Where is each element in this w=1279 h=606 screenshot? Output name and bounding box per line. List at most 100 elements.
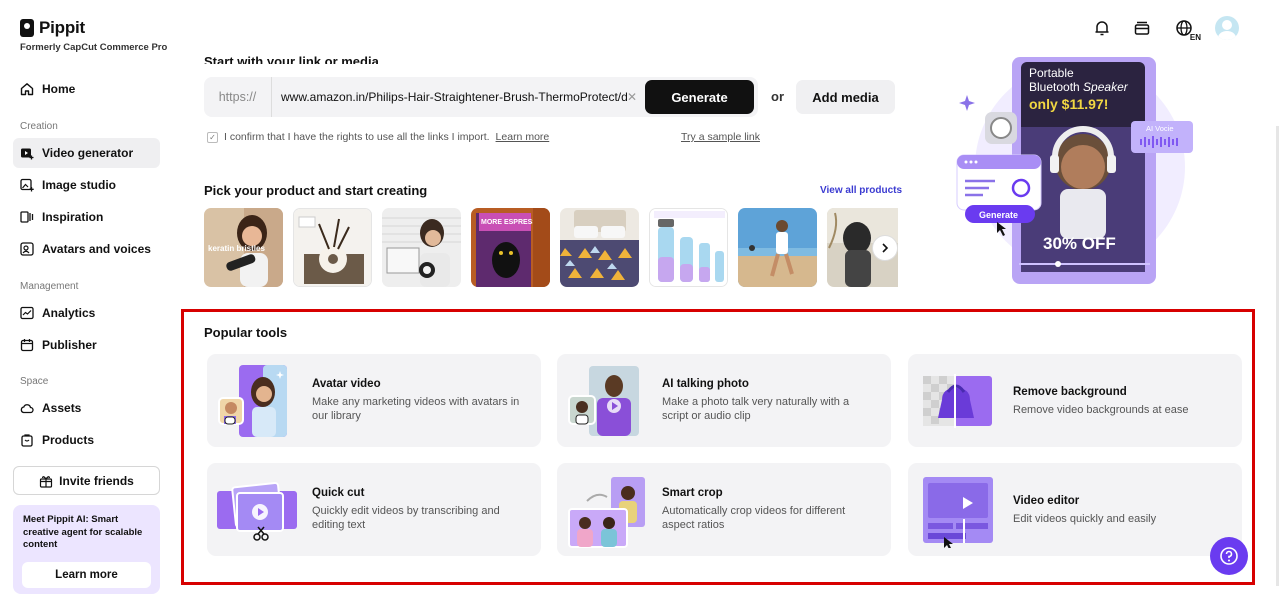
- url-prefix: https://: [204, 77, 272, 117]
- product-thumbnail[interactable]: [738, 208, 817, 287]
- hero-line1: Portable: [1029, 66, 1074, 80]
- tool-name: Remove background: [1013, 386, 1127, 398]
- carousel-next-button[interactable]: [872, 235, 898, 261]
- tool-description: Make any marketing videos with avatars i…: [312, 396, 520, 422]
- sidebar-item-video-generator[interactable]: Video generator: [13, 138, 160, 168]
- confirm-learn-more-link[interactable]: Learn more: [496, 131, 550, 143]
- learn-more-button[interactable]: Learn more: [22, 562, 151, 588]
- sidebar-item-label: Home: [42, 82, 76, 96]
- hero-illustration: Portable Bluetooth Speaker only $11.97! …: [955, 57, 1195, 287]
- sidebar-item-avatars-and-voices[interactable]: Avatars and voices: [13, 234, 160, 264]
- clear-input-icon[interactable]: ✕: [627, 90, 637, 104]
- sidebar-item-label: Inspiration: [42, 210, 104, 224]
- product-link-input[interactable]: [272, 77, 627, 117]
- pippit-logo-icon: [20, 19, 34, 37]
- language-code: EN: [1189, 33, 1201, 42]
- sidebar-item-label: Assets: [42, 401, 82, 415]
- product-thumbnail[interactable]: keratin bristles: [204, 208, 283, 287]
- product-thumbnail[interactable]: [293, 208, 372, 287]
- tool-description: Edit videos quickly and easily: [1013, 513, 1157, 525]
- video-editor-illustration: [918, 471, 1003, 551]
- product-thumbnail[interactable]: [560, 208, 639, 287]
- section-label-management: Management: [20, 281, 79, 292]
- brand-logo[interactable]: Pippit: [20, 18, 85, 38]
- rights-confirmation: ✓ I confirm that I have the rights to us…: [207, 131, 549, 143]
- video-plus-icon: [20, 146, 34, 160]
- sidebar-item-assets[interactable]: Assets: [13, 393, 160, 423]
- product-thumbnail[interactable]: [649, 208, 728, 287]
- talking-photo-illustration: [567, 362, 652, 439]
- pick-product-title: Pick your product and start creating: [204, 183, 428, 198]
- sidebar-item-label: Video generator: [42, 146, 134, 160]
- chevron-right-icon: [882, 243, 889, 253]
- analytics-icon: [20, 306, 34, 320]
- tool-name: Avatar video: [312, 378, 381, 390]
- hero-discount: 30% OFF: [1043, 234, 1116, 253]
- header-actions: EN: [1091, 16, 1239, 42]
- language-globe-icon[interactable]: EN: [1171, 17, 1201, 42]
- sidebar-item-label: Products: [42, 433, 95, 447]
- product-thumbnail[interactable]: MORE ESPRESSO: [471, 208, 550, 287]
- hero-line2-emphasis: Speaker: [1083, 80, 1129, 94]
- try-sample-link[interactable]: Try a sample link: [681, 131, 760, 143]
- tool-name: Smart crop: [662, 487, 723, 499]
- help-button[interactable]: [1210, 537, 1248, 575]
- hero-generate: Generate: [979, 210, 1018, 220]
- home-icon: [20, 82, 34, 96]
- avatar-video-illustration: [217, 362, 302, 439]
- sidebar-item-inspiration[interactable]: Inspiration: [13, 202, 160, 232]
- hero-line2: Bluetooth: [1029, 80, 1083, 94]
- sidebar-item-image-studio[interactable]: Image studio: [13, 170, 160, 200]
- invite-friends-label: Invite friends: [59, 473, 134, 488]
- brand-name: Pippit: [39, 18, 86, 37]
- tool-card-remove-background[interactable]: Remove background Remove video backgroun…: [908, 354, 1242, 447]
- tool-name: AI talking photo: [662, 378, 749, 390]
- user-avatar[interactable]: [1215, 16, 1239, 40]
- sidebar-item-products[interactable]: Products: [13, 425, 160, 455]
- confirm-text: I confirm that I have the rights to use …: [224, 131, 490, 143]
- add-media-button[interactable]: Add media: [796, 80, 895, 114]
- promo-card: Meet Pippit AI: Smart creative agent for…: [13, 505, 160, 594]
- help-question-icon: [1220, 547, 1238, 565]
- promo-text: Meet Pippit AI: Smart creative agent for…: [23, 514, 143, 550]
- svg-text:Bluetooth Speaker: Bluetooth Speaker: [1029, 80, 1129, 94]
- sidebar-item-publisher[interactable]: Publisher: [13, 330, 160, 360]
- gift-icon: [39, 474, 53, 488]
- tool-description: Remove video backgrounds at ease: [1013, 404, 1189, 416]
- hero-price: only $11.97!: [1029, 96, 1108, 112]
- inspiration-icon: [20, 210, 34, 224]
- brand-subtitle: Formerly CapCut Commerce Pro: [20, 42, 168, 53]
- notification-bell-icon[interactable]: [1091, 17, 1113, 39]
- generate-button[interactable]: Generate: [645, 80, 754, 114]
- tool-description: Automatically crop videos for different …: [662, 505, 846, 531]
- sidebar-item-label: Analytics: [42, 306, 96, 320]
- sidebar-item-label: Avatars and voices: [42, 242, 151, 256]
- tool-description: Quickly edit videos by transcribing and …: [312, 505, 500, 531]
- quick-cut-illustration: [217, 471, 302, 548]
- tool-card-avatar-video[interactable]: Avatar video Make any marketing videos w…: [207, 354, 541, 447]
- subscription-icon[interactable]: [1131, 17, 1153, 39]
- invite-friends-button[interactable]: Invite friends: [13, 466, 160, 495]
- tool-card-ai-talking-photo[interactable]: AI talking photo Make a photo talk very …: [557, 354, 891, 447]
- sidebar-item-home[interactable]: Home: [13, 74, 160, 104]
- section-label-space: Space: [20, 376, 49, 387]
- tool-card-quick-cut[interactable]: Quick cut Quickly edit videos by transcr…: [207, 463, 541, 556]
- tool-name: Video editor: [1013, 495, 1080, 507]
- product-thumbnail[interactable]: [382, 208, 461, 287]
- tool-card-smart-crop[interactable]: Smart crop Automatically crop videos for…: [557, 463, 891, 556]
- avatar-voice-icon: [20, 242, 34, 256]
- product-carousel: keratin bristles MORE ESPRESSO: [204, 208, 898, 287]
- smart-crop-illustration: [567, 471, 652, 548]
- calendar-icon: [20, 338, 34, 352]
- or-separator: or: [771, 89, 784, 104]
- cloud-icon: [20, 401, 34, 415]
- popular-tools-title: Popular tools: [204, 325, 288, 340]
- tool-card-video-editor[interactable]: Video editor Edit videos quickly and eas…: [908, 463, 1242, 556]
- app-root: Pippit Formerly CapCut Commerce Pro Home…: [0, 0, 1279, 606]
- view-all-products-link[interactable]: View all products: [820, 185, 902, 196]
- section-label-creation: Creation: [20, 121, 58, 132]
- sidebar-item-analytics[interactable]: Analytics: [13, 298, 160, 328]
- start-section-title: Start with your link or media: [204, 54, 379, 64]
- rights-checkbox[interactable]: ✓: [207, 131, 218, 143]
- tool-description: Make a photo talk very naturally with a …: [662, 396, 850, 422]
